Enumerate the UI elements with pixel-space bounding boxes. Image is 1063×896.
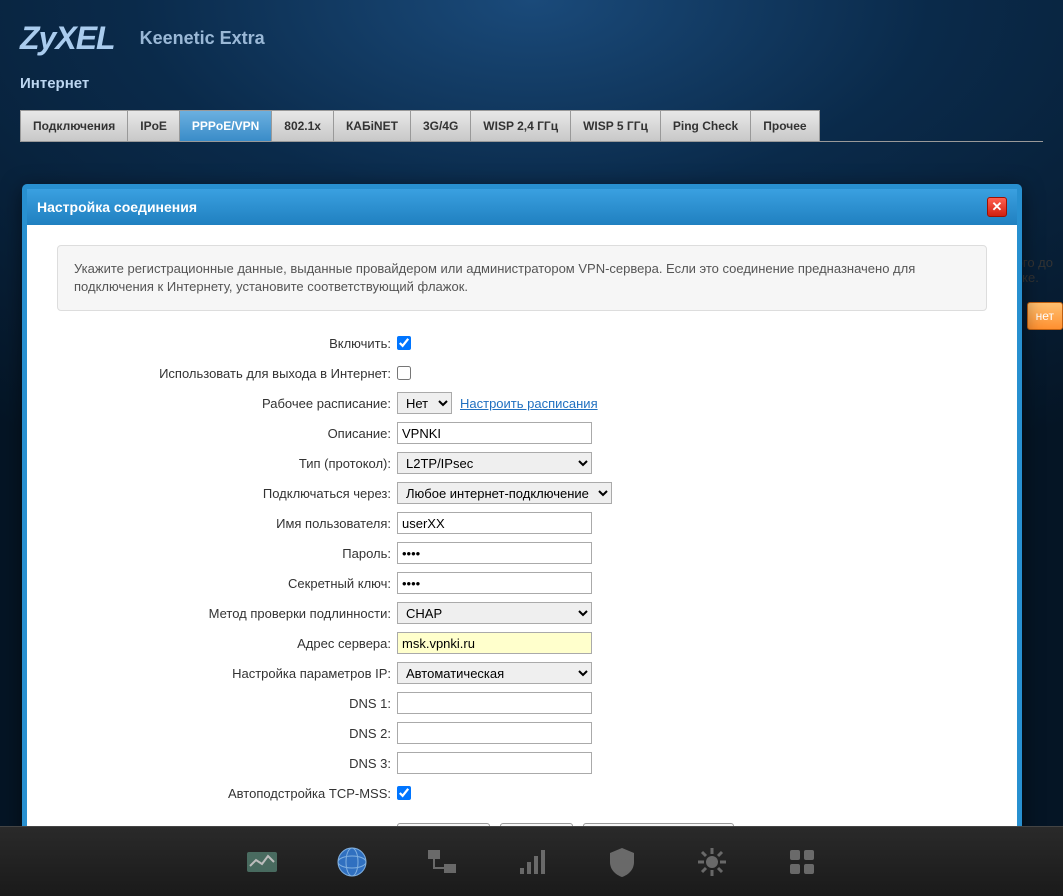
label-username: Имя пользователя: [57, 516, 397, 531]
connect-via-select[interactable]: Любое интернет-подключение [397, 482, 612, 504]
label-enable: Включить: [57, 336, 397, 351]
info-box: Укажите регистрационные данные, выданные… [57, 245, 987, 311]
label-password: Пароль: [57, 546, 397, 561]
label-tcpmss: Автоподстройка TCP-MSS: [57, 786, 397, 801]
modal-header: Настройка соединения ✕ [27, 189, 1017, 225]
dns3-input[interactable] [397, 752, 592, 774]
schedule-settings-link[interactable]: Настроить расписания [460, 396, 598, 411]
description-input[interactable] [397, 422, 592, 444]
dns1-input[interactable] [397, 692, 592, 714]
close-icon[interactable]: ✕ [987, 197, 1007, 217]
stats-icon[interactable] [242, 842, 282, 882]
wifi-icon[interactable] [512, 842, 552, 882]
tcp-mss-checkbox[interactable] [397, 786, 411, 800]
modal-body: Укажите регистрационные данные, выданные… [27, 225, 1017, 873]
label-use-internet: Использовать для выхода в Интернет: [57, 366, 397, 381]
enable-checkbox[interactable] [397, 336, 411, 350]
ip-config-select[interactable]: Автоматическая [397, 662, 592, 684]
secret-key-input[interactable] [397, 572, 592, 594]
connection-settings-modal: Настройка соединения ✕ Укажите регистрац… [22, 184, 1022, 878]
label-secret: Секретный ключ: [57, 576, 397, 591]
settings-icon[interactable] [692, 842, 732, 882]
modal-title: Настройка соединения [37, 199, 197, 215]
password-input[interactable] [397, 542, 592, 564]
apps-icon[interactable] [782, 842, 822, 882]
firewall-icon[interactable] [602, 842, 642, 882]
label-description: Описание: [57, 426, 397, 441]
globe-icon[interactable] [332, 842, 372, 882]
label-auth: Метод проверки подлинности: [57, 606, 397, 621]
label-ip-config: Настройка параметров IP: [57, 666, 397, 681]
auth-method-select[interactable]: CHAP [397, 602, 592, 624]
label-server: Адрес сервера: [57, 636, 397, 651]
label-connect-via: Подключаться через: [57, 486, 397, 501]
label-type: Тип (протокол): [57, 456, 397, 471]
label-dns2: DNS 2: [57, 726, 397, 741]
protocol-select[interactable]: L2TP/IPsec [397, 452, 592, 474]
dock-bar [0, 826, 1063, 896]
use-internet-checkbox[interactable] [397, 366, 411, 380]
modal-overlay: Настройка соединения ✕ Укажите регистрац… [0, 0, 1063, 896]
dns2-input[interactable] [397, 722, 592, 744]
label-schedule: Рабочее расписание: [57, 396, 397, 411]
label-dns1: DNS 1: [57, 696, 397, 711]
schedule-select[interactable]: Нет [397, 392, 452, 414]
label-dns3: DNS 3: [57, 756, 397, 771]
username-input[interactable] [397, 512, 592, 534]
server-address-input[interactable] [397, 632, 592, 654]
network-icon[interactable] [422, 842, 462, 882]
